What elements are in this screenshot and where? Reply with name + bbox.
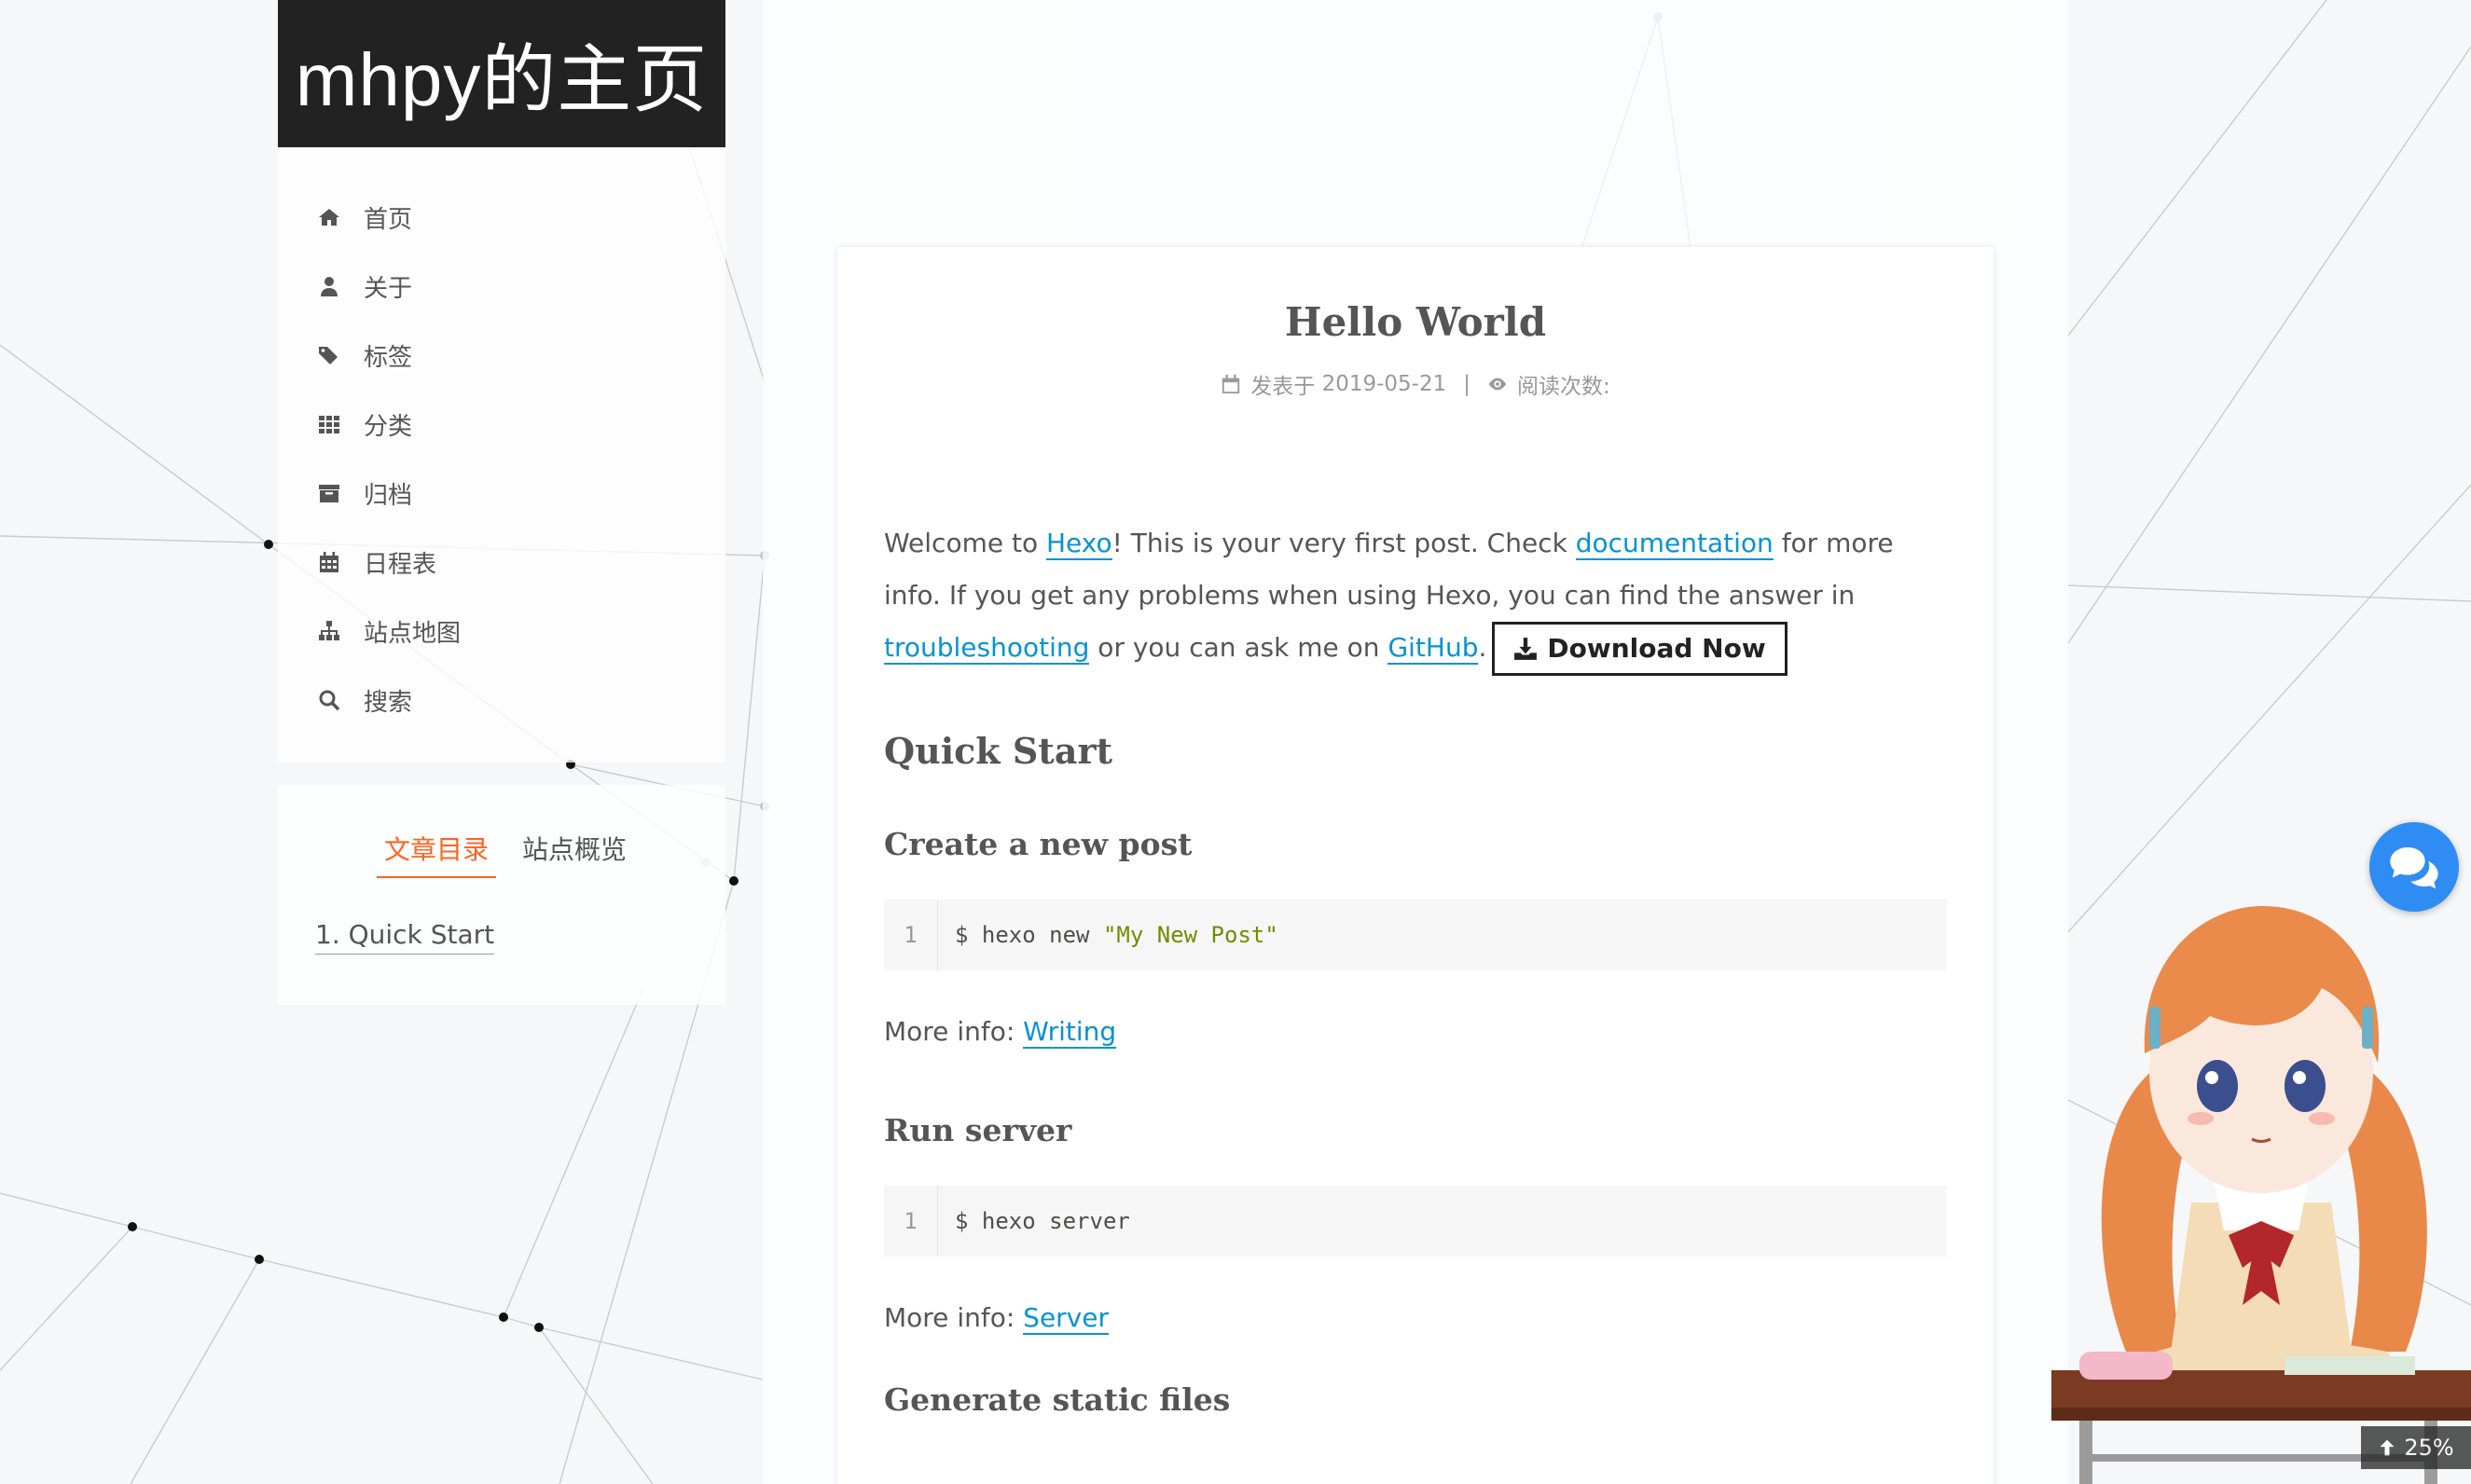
menu-item-label: 标签 bbox=[364, 343, 413, 372]
menu-item-label: 日程表 bbox=[364, 550, 437, 579]
code-block: 1 $ hexo server bbox=[884, 1186, 1947, 1257]
download-icon bbox=[1514, 638, 1538, 660]
menu-item-archives[interactable]: 归档 bbox=[278, 459, 725, 528]
menu-item-categories[interactable]: 分类 bbox=[278, 390, 725, 459]
site-nav-menu: 首页 关于 标签 分类 归档 日程表 站点地图 搜索 bbox=[278, 147, 725, 763]
intro-text: . bbox=[1478, 632, 1487, 663]
section-heading-run-server: Run server bbox=[884, 1112, 1072, 1148]
code-block: 1 $ hexo new "My New Post" bbox=[884, 900, 1947, 970]
post-date-label: 发表于 bbox=[1250, 375, 1316, 399]
server-link[interactable]: Server bbox=[1023, 1302, 1109, 1335]
menu-item-search[interactable]: 搜索 bbox=[278, 666, 725, 735]
github-link[interactable]: GitHub bbox=[1387, 632, 1479, 665]
tab-toc[interactable]: 文章目录 bbox=[376, 830, 496, 878]
line-number: 1 bbox=[884, 900, 938, 970]
calendar-icon bbox=[1222, 374, 1240, 394]
sidebar-tabs: 文章目录 站点概览 bbox=[278, 830, 725, 878]
user-icon bbox=[317, 274, 341, 298]
code-command: $ hexo new bbox=[955, 922, 1103, 948]
site-title[interactable]: mhpy的主页 bbox=[278, 0, 725, 147]
more-info-label: More info: bbox=[884, 1016, 1024, 1047]
post-body: Welcome to Hexo! This is your very first… bbox=[884, 517, 1947, 1418]
intro-text: Welcome to bbox=[884, 528, 1046, 558]
post-card: Hello World 发表于 2019-05-21 | 阅读次数: Welco… bbox=[837, 247, 1994, 1484]
menu-item-label: 搜索 bbox=[364, 688, 413, 717]
sitemap-icon bbox=[317, 619, 341, 643]
th-icon bbox=[317, 412, 341, 436]
menu-item-schedule[interactable]: 日程表 bbox=[278, 528, 725, 597]
menu-item-label: 首页 bbox=[364, 205, 413, 234]
more-info: More info: Server bbox=[884, 1292, 1947, 1344]
line-number: 1 bbox=[884, 1186, 938, 1257]
code-command: $ hexo server bbox=[955, 1208, 1130, 1234]
search-icon bbox=[317, 688, 341, 712]
intro-text: or you can ask me on bbox=[1089, 632, 1388, 663]
meta-divider: | bbox=[1463, 372, 1470, 396]
post-meta: 发表于 2019-05-21 | 阅读次数: bbox=[837, 368, 1994, 400]
menu-item-label: 关于 bbox=[364, 274, 413, 303]
menu-item-label: 归档 bbox=[364, 481, 413, 510]
code-line: $ hexo new "My New Post" bbox=[938, 922, 1278, 948]
toc-link-quick-start[interactable]: 1. Quick Start bbox=[315, 919, 495, 955]
troubleshooting-link[interactable]: troubleshooting bbox=[884, 632, 1090, 665]
menu-item-label: 分类 bbox=[364, 412, 413, 441]
post-date: 2019-05-21 bbox=[1321, 372, 1447, 396]
menu-item-label: 站点地图 bbox=[364, 619, 462, 648]
mascot-character[interactable] bbox=[2051, 867, 2471, 1484]
eye-icon bbox=[1488, 378, 1507, 391]
calendar-icon bbox=[317, 550, 341, 574]
section-heading-generate-static: Generate static files bbox=[884, 1381, 1231, 1418]
arrow-up-icon bbox=[2380, 1439, 2395, 1456]
back-to-top-button[interactable]: 25% bbox=[2361, 1426, 2471, 1469]
quick-start-heading: Quick Start bbox=[884, 730, 1113, 772]
menu-item-about[interactable]: 关于 bbox=[278, 252, 725, 321]
more-info: More info: Writing bbox=[884, 1006, 1947, 1058]
hexo-link[interactable]: Hexo bbox=[1046, 528, 1112, 560]
menu-item-sitemap[interactable]: 站点地图 bbox=[278, 597, 725, 666]
more-info-label: More info: bbox=[884, 1302, 1024, 1333]
documentation-link[interactable]: documentation bbox=[1575, 528, 1774, 560]
download-button[interactable]: Download Now bbox=[1492, 622, 1788, 676]
download-button-label: Download Now bbox=[1547, 633, 1766, 664]
views-label: 阅读次数: bbox=[1516, 375, 1610, 399]
post-title[interactable]: Hello World bbox=[837, 299, 1994, 345]
section-heading-create-post: Create a new post bbox=[884, 826, 1193, 862]
writing-link[interactable]: Writing bbox=[1023, 1016, 1117, 1049]
archive-icon bbox=[317, 481, 341, 505]
intro-paragraph: Welcome to Hexo! This is your very first… bbox=[884, 517, 1947, 676]
sidebar-toc-panel: 文章目录 站点概览 1. Quick Start bbox=[278, 785, 725, 1005]
menu-item-tags[interactable]: 标签 bbox=[278, 321, 725, 390]
scroll-percent: 25% bbox=[2404, 1435, 2454, 1461]
menu-item-home[interactable]: 首页 bbox=[278, 183, 725, 252]
home-icon bbox=[317, 205, 341, 229]
code-string: "My New Post" bbox=[1102, 922, 1278, 948]
tab-overview[interactable]: 站点概览 bbox=[522, 830, 627, 878]
code-line: $ hexo server bbox=[938, 1208, 1130, 1234]
intro-text: ! This is your very first post. Check bbox=[1111, 528, 1576, 558]
tags-icon bbox=[317, 343, 341, 367]
